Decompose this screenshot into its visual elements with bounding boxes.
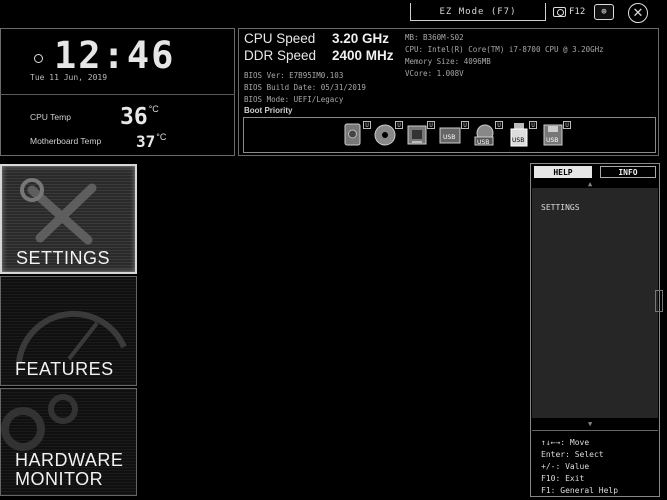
cpu-temp-label: CPU Temp (30, 112, 71, 122)
svg-text:USB: USB (477, 139, 489, 146)
hard-drive-icon (344, 123, 361, 146)
clock-date: Tue 11 Jun, 2019 (30, 73, 108, 82)
svg-text:USB: USB (443, 134, 455, 141)
mb-temp-label: Motherboard Temp (30, 136, 102, 146)
features-tile[interactable]: FEATURES (0, 276, 137, 386)
boot-device-usb-key[interactable]: USB U (506, 121, 537, 148)
tab-info[interactable]: INFO (600, 166, 656, 178)
bios-mode: BIOS Mode: UEFI/Legacy (244, 95, 344, 104)
help-content-area (532, 188, 658, 418)
cpu-temp-readout: 36 °C (120, 104, 159, 130)
hardware-monitor-tile[interactable]: HARDWARE MONITOR (0, 388, 137, 496)
bios-build-date: BIOS Build Date: 05/31/2019 (244, 83, 366, 92)
boot-device-hdd[interactable]: U (340, 121, 371, 148)
usb-key-icon: USB (510, 123, 528, 147)
key-select: Enter: Select (541, 450, 604, 459)
cpu-speed-label: CPU Speed (244, 31, 316, 46)
help-scrollbar[interactable] (655, 290, 663, 312)
boot-device-optical[interactable]: U (372, 121, 403, 148)
key-legend: ↑↓←→: Move Enter: Select +/-: Value F10:… (532, 432, 658, 496)
usb-floppy-icon: USB (543, 124, 563, 146)
features-label: FEATURES (15, 359, 114, 379)
screenshot-label: F12 (569, 7, 586, 17)
mb-model: MB: B360M-S02 (405, 33, 464, 42)
close-icon: ✕ (632, 5, 644, 21)
ddr-speed-value: 2400 MHz (332, 48, 394, 63)
tab-help[interactable]: HELP (534, 166, 592, 178)
divider (0, 94, 235, 95)
boot-priority-bar: U U U USB U USB U USB U USB U (243, 117, 656, 153)
optical-disc-icon (374, 124, 396, 146)
svg-text:USB: USB (512, 137, 524, 144)
hardware-monitor-line2: MONITOR (15, 469, 104, 489)
cpu-speed-value: 3.20 GHz (332, 31, 390, 46)
scroll-down-icon[interactable]: ▼ (588, 420, 592, 428)
vcore: VCore: 1.008V (405, 69, 464, 78)
mb-temp-readout: 37 °C (136, 132, 166, 151)
svg-text:USB: USB (546, 137, 558, 144)
key-value: +/-: Value (541, 462, 590, 471)
camera-icon (553, 7, 566, 17)
settings-tools-icon (20, 178, 97, 245)
hardware-monitor-line1: HARDWARE (15, 450, 124, 470)
memory-size: Memory Size: 4096MB (405, 57, 491, 66)
cpu-temp-unit: °C (148, 104, 159, 114)
clock-icon (34, 54, 43, 63)
globe-language-icon: ⊕ (601, 7, 607, 17)
boot-device-usb-drive[interactable]: USB U (438, 121, 469, 148)
key-general-help: F1: General Help (541, 486, 619, 495)
screenshot-button[interactable]: F12 (553, 4, 585, 20)
mb-temp-value: 37 (136, 132, 156, 151)
scroll-up-icon[interactable]: ▲ (588, 180, 592, 188)
hardware-monitor-label: HARDWARE MONITOR (15, 451, 123, 489)
settings-label: SETTINGS (16, 248, 111, 268)
features-gauge-icon (16, 310, 127, 363)
boot-device-usb-floppy[interactable]: USB U (540, 121, 571, 148)
boot-priority-label: Boot Priority (244, 106, 293, 115)
help-content-text: SETTINGS (541, 203, 580, 212)
clock-time: 12:46 (54, 34, 176, 77)
key-exit: F10: Exit (541, 474, 585, 483)
key-move: ↑↓←→: Move (541, 438, 590, 447)
ddr-speed-label: DDR Speed (244, 48, 317, 63)
boot-device-network[interactable]: U (404, 121, 435, 148)
language-button[interactable]: ⊕ (594, 4, 614, 20)
boot-device-usb-optical[interactable]: USB U (472, 121, 503, 148)
bios-version: BIOS Ver: E7B95IM0.103 (244, 71, 344, 80)
network-card-icon (407, 125, 427, 145)
mb-temp-unit: °C (156, 132, 167, 142)
cpu-temp-value: 36 (120, 104, 148, 130)
settings-tile[interactable]: SETTINGS (0, 164, 137, 274)
hardware-gears-icon (1, 394, 78, 451)
divider (532, 430, 658, 431)
cpu-model: CPU: Intel(R) Core(TM) i7-8700 CPU @ 3.2… (405, 45, 604, 54)
close-button[interactable]: ✕ (628, 3, 648, 23)
ez-mode-button[interactable]: EZ Mode (F7) (410, 3, 546, 21)
